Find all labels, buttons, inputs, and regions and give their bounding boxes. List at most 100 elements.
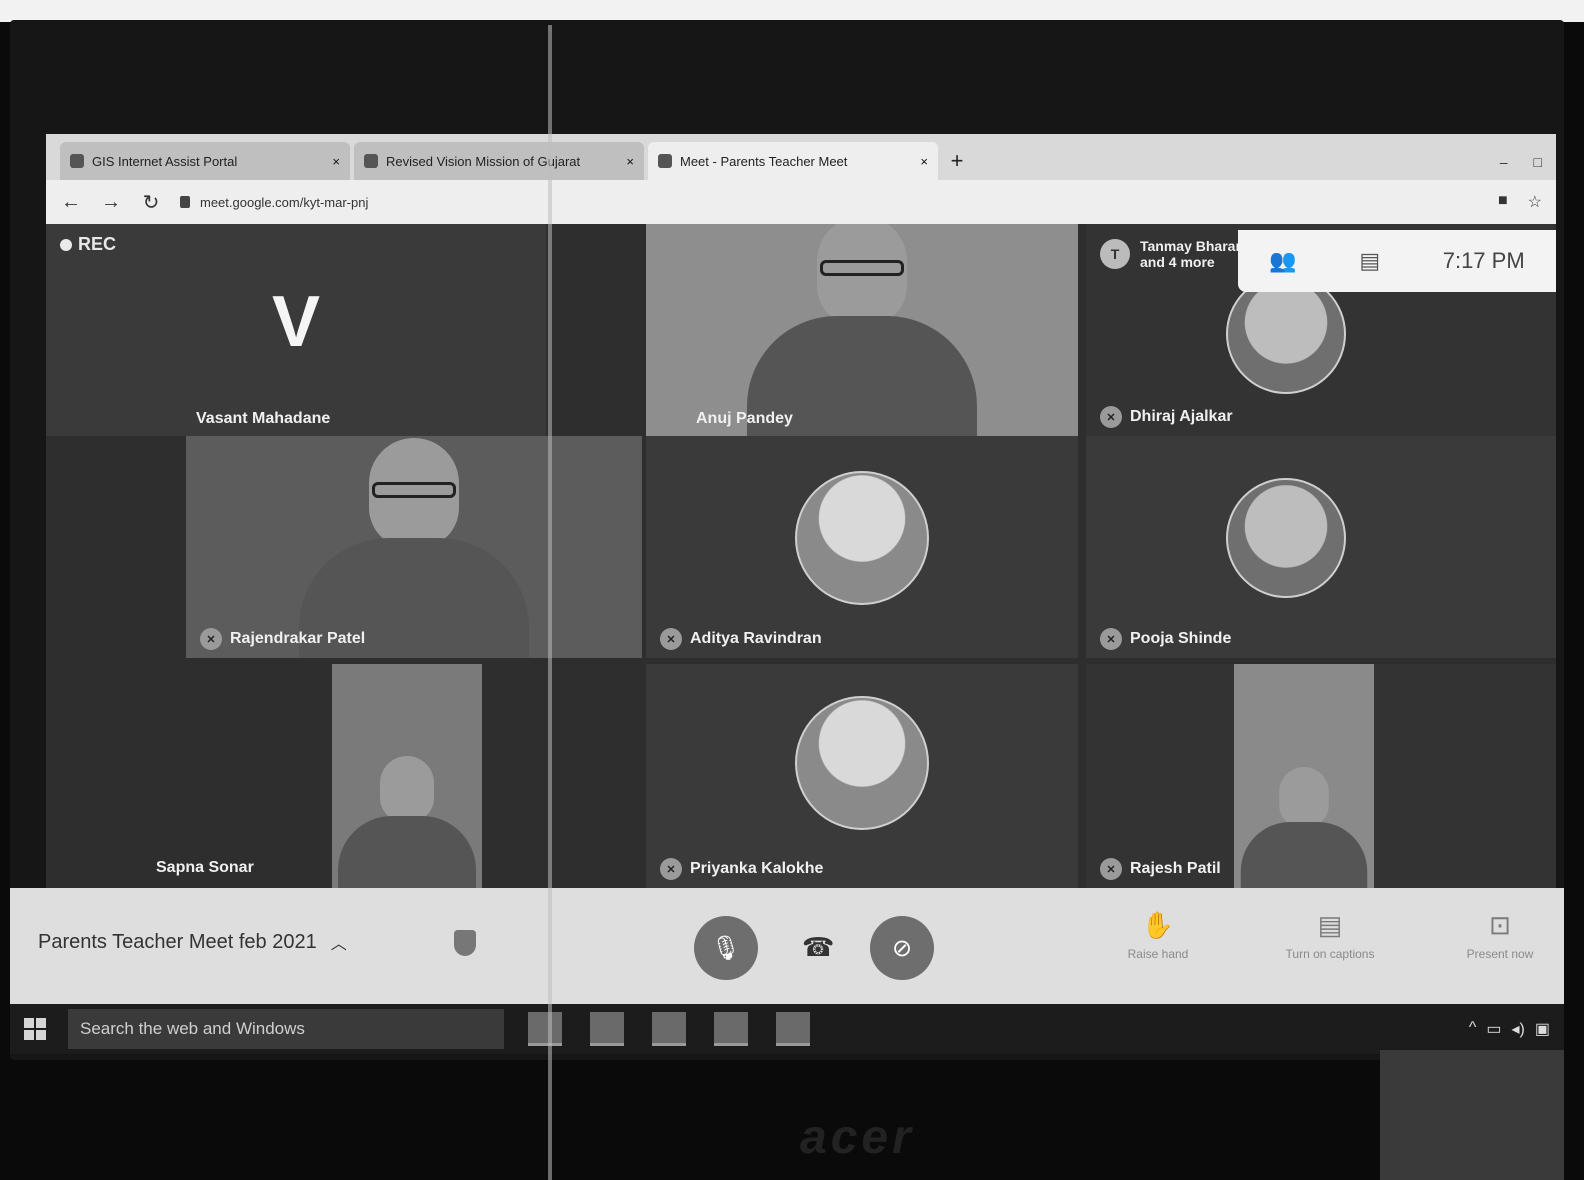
participant-name: ✕ Dhiraj Ajalkar [1100, 406, 1233, 428]
participant-tile[interactable]: ✕ Pooja Shinde [1086, 436, 1556, 658]
lock-icon [180, 196, 190, 208]
camera-indicator-icon[interactable]: ■ [1498, 192, 1508, 212]
window-controls: – □ [1500, 154, 1542, 170]
back-icon[interactable]: ← [60, 191, 82, 214]
address-actions: ■ ☆ [1498, 192, 1542, 212]
close-icon[interactable]: × [332, 154, 340, 169]
chrome-icon[interactable] [590, 1012, 624, 1046]
forward-icon[interactable]: → [100, 191, 122, 214]
browser-window: GIS Internet Assist Portal × Revised Vis… [46, 134, 1556, 224]
tab-label: Meet - Parents Teacher Meet [680, 153, 848, 169]
hand-icon: ✋ [1141, 910, 1175, 940]
participant-video [299, 438, 529, 658]
participant-name: Anuj Pandey [696, 410, 793, 427]
mic-off-icon: ✕ [660, 858, 682, 880]
notification-icon[interactable]: ▣ [1535, 1019, 1550, 1039]
chat-icon[interactable]: ▤ [1359, 248, 1380, 274]
glare-strip [0, 0, 1584, 22]
photo-frame: GIS Internet Assist Portal × Revised Vis… [0, 0, 1584, 1180]
meeting-info-bar: 👥 ▤ 7:17 PM [1238, 230, 1556, 292]
rec-label: REC [78, 234, 117, 254]
chevron-up-icon[interactable]: ^ [1469, 1019, 1477, 1039]
url-text: meet.google.com/kyt-mar-pnj [200, 194, 369, 210]
tab-favicon-icon [364, 154, 378, 168]
store-icon[interactable] [652, 1012, 686, 1046]
participant-tile[interactable]: ✕ Rajendrakar Patel [186, 436, 642, 658]
chip-avatar: T [1100, 239, 1130, 269]
meet-control-bar: Parents Teacher Meet feb 2021 ︿ 🎙 ☎ ⊘ ✋ … [10, 888, 1564, 1004]
participant-name: Sapna Sonar [156, 859, 254, 876]
tab-meet[interactable]: Meet - Parents Teacher Meet × [648, 142, 938, 180]
url-field[interactable]: meet.google.com/kyt-mar-pnj [180, 195, 1360, 210]
participant-name: ✕ Aditya Ravindran [660, 628, 822, 650]
star-icon[interactable]: ☆ [1528, 192, 1542, 212]
system-tray: ^ ▭ ◂) ▣ [1469, 1019, 1550, 1039]
camera-off-icon: ⊘ [891, 934, 913, 962]
reload-icon[interactable]: ↻ [140, 190, 162, 215]
desk-object [1380, 1050, 1564, 1180]
address-bar: ← → ↻ meet.google.com/kyt-mar-pnj ■ ☆ [46, 180, 1556, 224]
new-tab-button[interactable]: + [942, 146, 972, 176]
phone-icon: ☎ [802, 932, 835, 962]
participant-name: ✕ Pooja Shinde [1100, 628, 1231, 650]
participant-avatar [1226, 274, 1346, 394]
shield-icon[interactable] [454, 930, 476, 956]
participant-tile[interactable]: Anuj Pandey [646, 224, 1078, 436]
participant-video [338, 756, 476, 888]
close-icon[interactable]: × [920, 154, 928, 169]
windows-start-icon[interactable] [24, 1018, 46, 1040]
captions-button[interactable]: ▤ Turn on captions [1260, 910, 1400, 961]
participant-name: ✕ Rajesh Patil [1100, 858, 1221, 880]
search-placeholder: Search the web and Windows [80, 1019, 305, 1038]
captions-icon: ▤ [1317, 910, 1343, 940]
mic-off-icon: ✕ [200, 628, 222, 650]
mic-off-icon: ✕ [1100, 406, 1122, 428]
minimize-button[interactable]: – [1500, 154, 1508, 170]
tab-vision-mission[interactable]: Revised Vision Mission of Gujarat × [354, 142, 644, 180]
maximize-button[interactable]: □ [1534, 154, 1542, 170]
tab-gis-portal[interactable]: GIS Internet Assist Portal × [60, 142, 350, 180]
mic-off-icon: 🎙 [710, 934, 742, 962]
participant-tile[interactable]: V Vasant Mahadane [46, 224, 546, 436]
people-icon[interactable]: 👥 [1269, 248, 1296, 274]
chevron-up-icon: ︿ [330, 936, 347, 953]
close-icon[interactable]: × [626, 154, 634, 169]
tab-strip: GIS Internet Assist Portal × Revised Vis… [46, 134, 1556, 180]
task-view-icon[interactable] [528, 1012, 562, 1046]
folder-icon[interactable] [714, 1012, 748, 1046]
screen-crease [548, 25, 552, 1180]
volume-icon[interactable]: ◂) [1512, 1019, 1525, 1039]
meeting-details-button[interactable]: Parents Teacher Meet feb 2021 ︿ [38, 930, 347, 954]
participant-name: ✕ Rajendrakar Patel [200, 628, 365, 650]
participant-tile[interactable]: ✕ Priyanka Kalokhe [646, 664, 1078, 888]
present-icon: ⊡ [1489, 910, 1511, 940]
camera-toggle-button[interactable]: ⊘ [870, 916, 934, 980]
participant-name: Vasant Mahadane [196, 410, 331, 427]
participant-avatar [795, 695, 929, 830]
hang-up-button[interactable]: ☎ [802, 932, 834, 963]
meeting-title: Parents Teacher Meet feb 2021 [38, 930, 317, 953]
action-label: Present now [1466, 947, 1534, 961]
taskbar-search-input[interactable]: Search the web and Windows [68, 1009, 504, 1049]
participant-tile[interactable] [332, 664, 482, 888]
network-icon[interactable]: ▭ [1486, 1019, 1501, 1039]
action-label: Raise hand [1127, 947, 1189, 961]
participant-tile[interactable]: ✕ Rajesh Patil [1086, 664, 1556, 888]
participant-avatar [795, 471, 929, 606]
windows-taskbar: Search the web and Windows ^ ▭ ◂) ▣ [10, 1004, 1564, 1054]
mic-toggle-button[interactable]: 🎙 [694, 916, 758, 980]
overflow-participants-chip[interactable]: T Tanmay Bharam... and 4 more [1100, 238, 1260, 270]
monitor-brand-logo: acer [800, 1111, 915, 1164]
mic-off-icon: ✕ [1100, 628, 1122, 650]
raise-hand-button[interactable]: ✋ Raise hand [1088, 910, 1228, 961]
tab-label: Revised Vision Mission of Gujarat [386, 153, 581, 169]
recording-badge: REC [60, 234, 116, 255]
participant-video [1234, 664, 1374, 888]
present-now-button[interactable]: ⊡ Present now [1430, 910, 1570, 961]
meet-grid: REC 👥 ▤ 7:17 PM V Vasant Mahadane Anuj P… [46, 224, 1556, 888]
participant-tile[interactable]: ✕ Aditya Ravindran [646, 436, 1078, 658]
taskbar-apps [528, 1012, 810, 1046]
meeting-clock: 7:17 PM [1442, 248, 1525, 273]
office-icon[interactable] [776, 1012, 810, 1046]
participant-initial: V [271, 281, 321, 362]
